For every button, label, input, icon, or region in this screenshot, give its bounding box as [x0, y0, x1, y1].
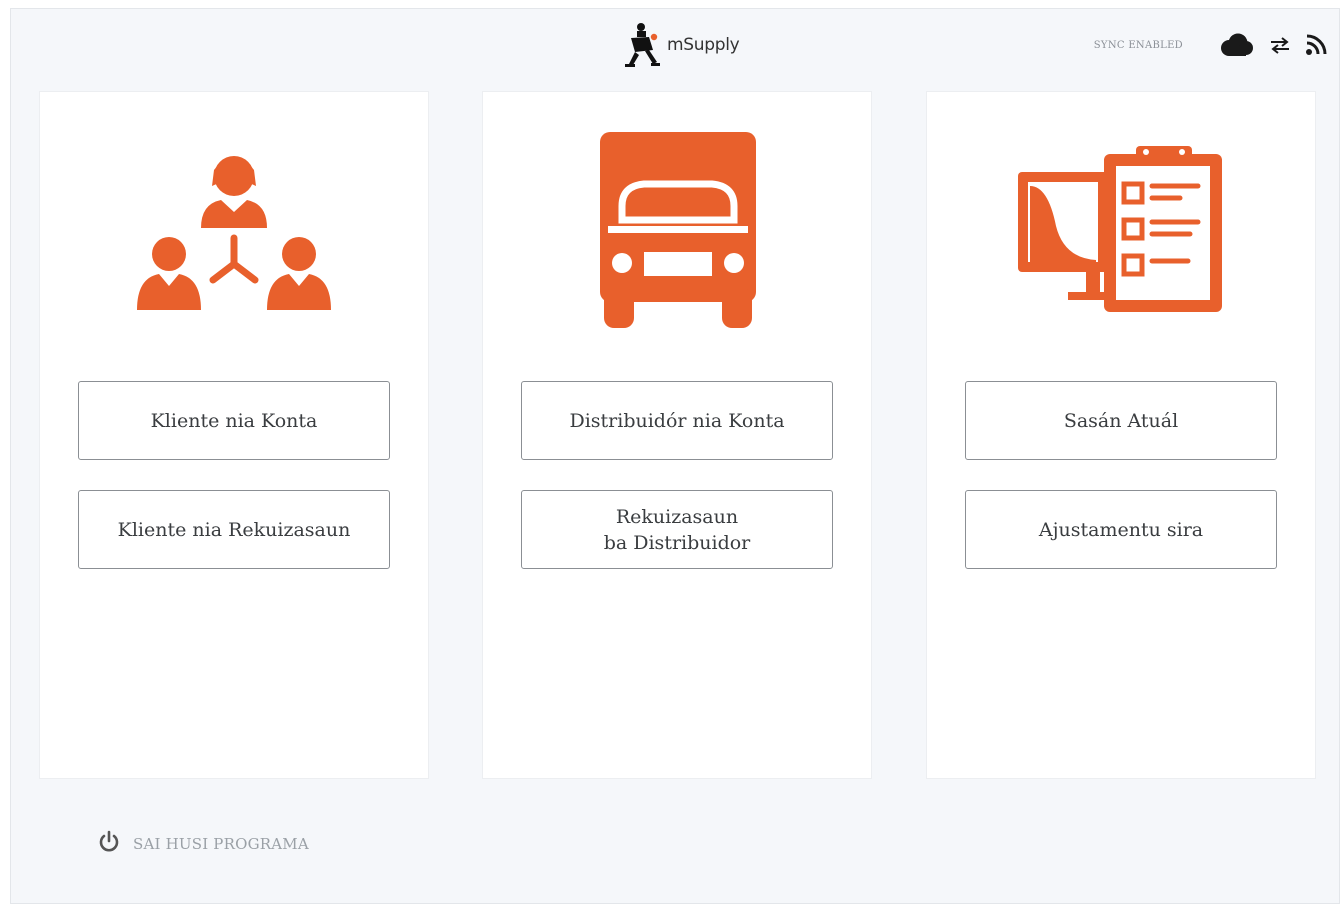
supplier-invoices-button[interactable]: Distribuidór nia Konta: [521, 381, 833, 460]
stock-panel: Sasán Atuál Ajustamentu sira: [926, 91, 1316, 779]
customer-invoices-button[interactable]: Kliente nia Konta: [78, 381, 390, 460]
logo-text: mSupply: [667, 35, 740, 55]
msupply-mascot-icon: [625, 23, 660, 67]
truck-icon: [483, 128, 871, 334]
power-icon: [97, 830, 121, 858]
sync-arrows-icon: [1269, 36, 1291, 54]
adjustments-button[interactable]: Ajustamentu sira: [965, 490, 1277, 569]
header: mSupply SYNC ENABLED: [11, 9, 1339, 89]
exit-program-label: SAI HUSI PROGRAMA: [133, 835, 309, 853]
sync-status-area: SYNC ENABLED: [1094, 27, 1327, 63]
supplier-requisitions-button[interactable]: Rekuizasaun ba Distribuidor: [521, 490, 833, 569]
stocktake-clipboard-icon: [927, 128, 1315, 334]
rss-icon: [1305, 34, 1327, 56]
supplier-panel: Distribuidór nia Konta Rekuizasaun ba Di…: [482, 91, 872, 779]
sync-status-text: SYNC ENABLED: [1093, 39, 1183, 51]
customer-requisitions-button[interactable]: Kliente nia Rekuizasaun: [78, 490, 390, 569]
customers-network-icon: [40, 128, 428, 334]
customer-panel: Kliente nia Konta Kliente nia Rekuizasau…: [39, 91, 429, 779]
app-window: mSupply SYNC ENABLED Kliente nia Konta K…: [10, 8, 1340, 904]
cloud-icon: [1217, 33, 1255, 57]
app-logo: mSupply: [623, 17, 740, 73]
exit-program-button[interactable]: SAI HUSI PROGRAMA: [97, 830, 309, 858]
current-stock-button[interactable]: Sasán Atuál: [965, 381, 1277, 460]
